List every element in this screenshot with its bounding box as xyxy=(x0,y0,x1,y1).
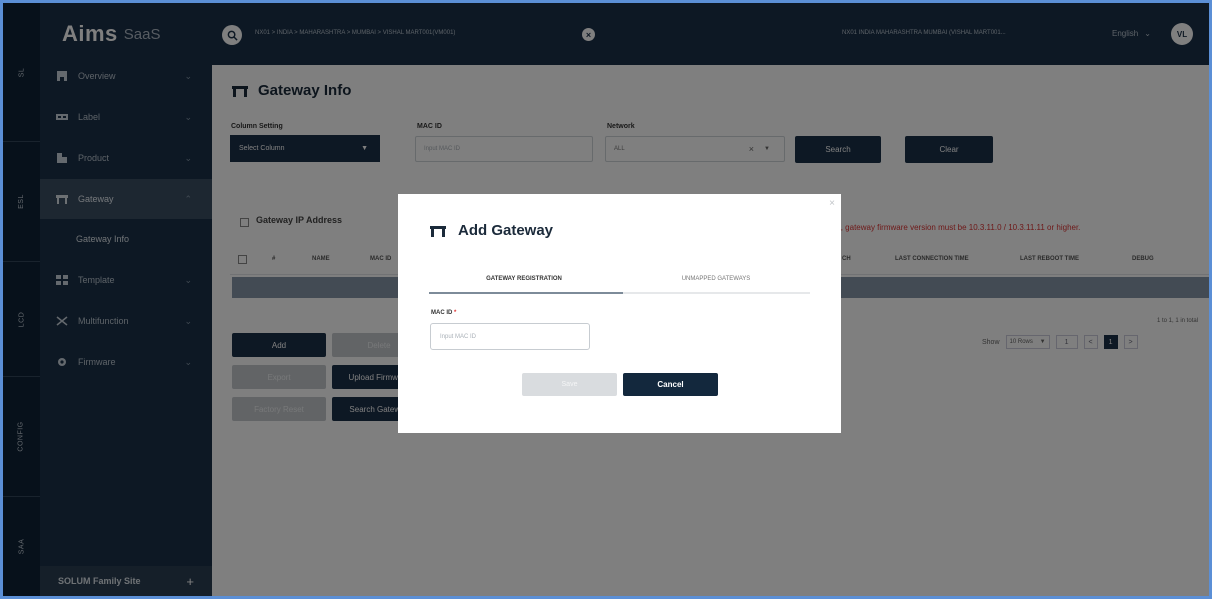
required-marker: * xyxy=(454,310,457,316)
modal-mac-id-label-text: MAC ID xyxy=(431,310,453,316)
modal-mac-id-placeholder: Input MAC ID xyxy=(440,333,477,340)
modal-title: Add Gateway xyxy=(430,222,553,239)
save-button[interactable]: Save xyxy=(522,373,617,396)
modal-mac-id-input[interactable]: Input MAC ID xyxy=(430,323,590,350)
add-gateway-modal: × Add Gateway GATEWAY REGISTRATION UNMAP… xyxy=(398,194,841,433)
close-icon[interactable]: × xyxy=(829,198,835,209)
active-tab-indicator xyxy=(429,292,623,294)
gateway-icon xyxy=(430,225,446,237)
tab-gateway-registration[interactable]: GATEWAY REGISTRATION xyxy=(429,276,619,282)
modal-mac-id-label: MAC ID * xyxy=(431,310,456,316)
tab-unmapped-gateways[interactable]: UNMAPPED GATEWAYS xyxy=(621,276,811,282)
modal-title-text: Add Gateway xyxy=(458,222,554,239)
modal-tabs: GATEWAY REGISTRATION UNMAPPED GATEWAYS xyxy=(429,268,810,294)
cancel-button[interactable]: Cancel xyxy=(623,373,718,396)
